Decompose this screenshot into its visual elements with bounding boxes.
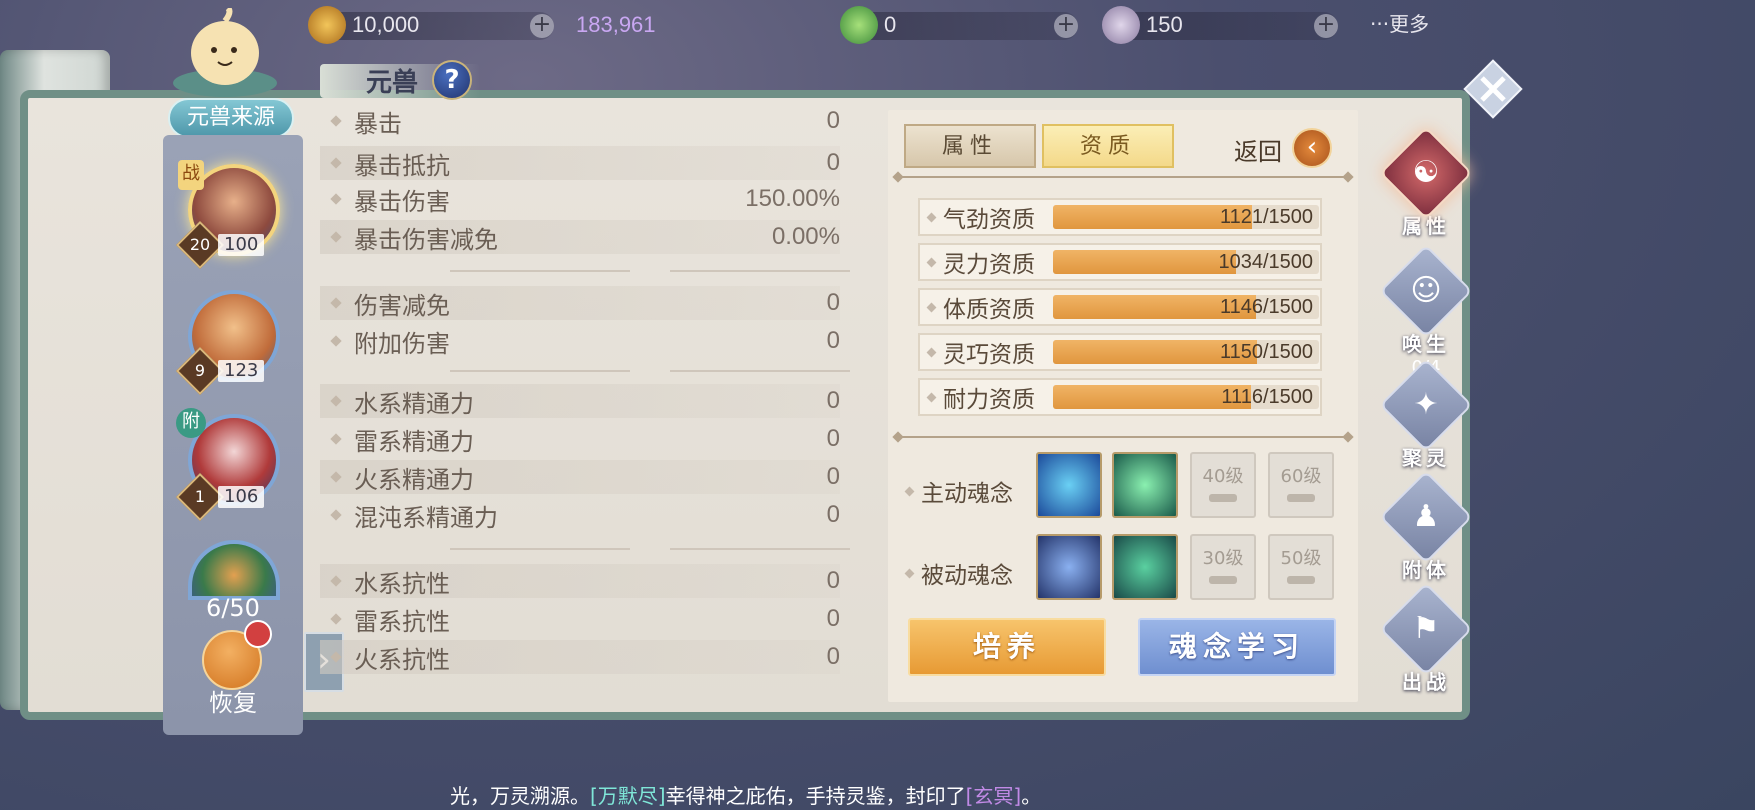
tab-qualification[interactable]: 资质	[1042, 124, 1174, 168]
locked-skill-slot[interactable]: 30级	[1190, 534, 1256, 600]
nav-attributes[interactable]: ☯ 属性	[1378, 126, 1474, 239]
attribute-row: 雷系抗性 0	[320, 602, 840, 636]
passive-skills-label: 被动魂念	[904, 556, 1013, 590]
attribute-list[interactable]: 暴击 0 暴击抵抗 0 暴击伤害 150.00% 暴击伤害减免 0.00% 伤害减免 0 …	[310, 110, 860, 690]
section-divider	[450, 370, 850, 372]
recover-label[interactable]: 恢复	[163, 683, 303, 718]
resource-gold: 10,000 +	[308, 6, 554, 44]
resource-jade: 0 +	[840, 6, 1078, 44]
divider	[898, 176, 1348, 178]
passive-skill-wave-icon[interactable]	[1112, 534, 1178, 600]
spirit-gather-icon: ✦	[1379, 358, 1473, 452]
add-crystal-button[interactable]: +	[1314, 14, 1338, 38]
pet-source-button[interactable]: 元兽来源	[168, 98, 294, 138]
active-skill-water-icon[interactable]	[1036, 452, 1102, 518]
recover-notification-icon	[244, 620, 272, 648]
active-skills-label: 主动魂念	[904, 474, 1013, 508]
tab-attributes[interactable]: 属性	[904, 124, 1036, 168]
locked-skill-slot[interactable]: 50级	[1268, 534, 1334, 600]
mascot-icon	[173, 8, 277, 97]
summon-icon: ☺	[1379, 244, 1473, 338]
battle-banner-icon: ⚑	[1379, 582, 1473, 676]
pet-capacity: 6/50	[206, 594, 260, 622]
resource-value: 0	[884, 12, 897, 37]
divider	[898, 436, 1348, 438]
spirit-crystal-icon	[1102, 6, 1140, 44]
resource-bar: 10,000 + 183,961 0 + 150 + ···更多	[300, 0, 1460, 50]
nav-summon[interactable]: ☺ 唤生 0/4	[1378, 244, 1474, 378]
passive-skill-spirit-icon[interactable]	[1036, 534, 1102, 600]
qualification-bar: 1150/1500	[1053, 340, 1319, 364]
page-header: 元兽 ?	[300, 58, 480, 102]
pet-count: 106	[218, 486, 265, 508]
locked-skill-slot[interactable]: 40级	[1190, 452, 1256, 518]
qualification-row: 气劲资质 1121/1500	[918, 198, 1322, 236]
qualification-bar: 1034/1500	[1053, 250, 1319, 274]
ticker-name-link[interactable]: [万默尽]	[590, 784, 666, 808]
ticker-name-link[interactable]: [玄冥]	[966, 784, 1022, 808]
attribute-row: 水系精通力 0	[320, 384, 840, 418]
add-jade-button[interactable]: +	[1054, 14, 1078, 38]
resource-crystal: 150 +	[1102, 6, 1338, 44]
page-title: 元兽	[366, 67, 419, 98]
attribute-row: 暴击伤害减免 0.00%	[320, 220, 840, 254]
jade-leaf-icon	[840, 6, 878, 44]
possess-tag: 附	[176, 408, 206, 438]
nav-possess[interactable]: ♟ 附体	[1378, 470, 1474, 583]
skill-learn-button[interactable]: 魂念学习	[1138, 618, 1336, 676]
qualification-bar: 1121/1500	[1053, 205, 1319, 229]
qualification-panel: 属性 资质 返回 ‹ 气劲资质 1121/1500 灵力资质 1034/1500…	[888, 110, 1358, 702]
yin-yang-icon: ☯	[1379, 126, 1473, 220]
news-ticker: 光，万灵溯源。[万默尽]幸得神之庇佑，手持灵鉴，封印了[玄冥]。	[450, 784, 1042, 808]
resource-value: 150	[1146, 12, 1183, 37]
attribute-row: 混沌系精通力 0	[320, 498, 840, 532]
section-divider	[450, 548, 850, 550]
attribute-row: 雷系精通力 0	[320, 422, 840, 456]
qualification-row: 灵巧资质 1150/1500	[918, 333, 1322, 371]
section-divider	[450, 270, 850, 272]
attribute-row: 水系抗性 0	[320, 564, 840, 598]
nav-spirit-gather[interactable]: ✦ 聚灵	[1378, 358, 1474, 471]
possess-icon: ♟	[1379, 470, 1473, 564]
attribute-row: 火系抗性 0	[320, 640, 840, 674]
attribute-row: 暴击 0	[320, 110, 840, 138]
add-gold-button[interactable]: +	[530, 14, 554, 38]
gold-shell-icon	[308, 6, 346, 44]
qualification-bar: 1116/1500	[1053, 385, 1319, 409]
pet-count: 123	[218, 360, 265, 382]
back-arrow-icon[interactable]: ‹	[1292, 128, 1332, 168]
pet-count: 100	[218, 234, 265, 256]
resource-value: 183,961	[576, 12, 656, 37]
attribute-row: 火系精通力 0	[320, 460, 840, 494]
attribute-row: 暴击抵抗 0	[320, 146, 840, 180]
active-skill-vortex-icon[interactable]	[1112, 452, 1178, 518]
resource-value: 10,000	[352, 12, 420, 37]
help-button[interactable]: ?	[432, 60, 473, 100]
attribute-row: 附加伤害 0	[320, 324, 840, 358]
battle-tag: 战	[178, 160, 204, 190]
qualification-row: 灵力资质 1034/1500	[918, 243, 1322, 281]
qualification-row: 体质资质 1146/1500	[918, 288, 1322, 326]
nav-battle[interactable]: ⚑ 出战	[1378, 582, 1474, 695]
qualification-bar: 1146/1500	[1053, 295, 1319, 319]
qualification-row: 耐力资质 1116/1500	[918, 378, 1322, 416]
cultivate-button[interactable]: 培养	[908, 618, 1106, 676]
more-button[interactable]: ···更多	[1370, 8, 1429, 37]
attribute-row: 伤害减免 0	[320, 286, 840, 320]
close-icon[interactable]	[1460, 56, 1526, 122]
back-label[interactable]: 返回	[1234, 132, 1282, 167]
attribute-row: 暴击伤害 150.00%	[320, 182, 840, 216]
locked-skill-slot[interactable]: 60级	[1268, 452, 1334, 518]
